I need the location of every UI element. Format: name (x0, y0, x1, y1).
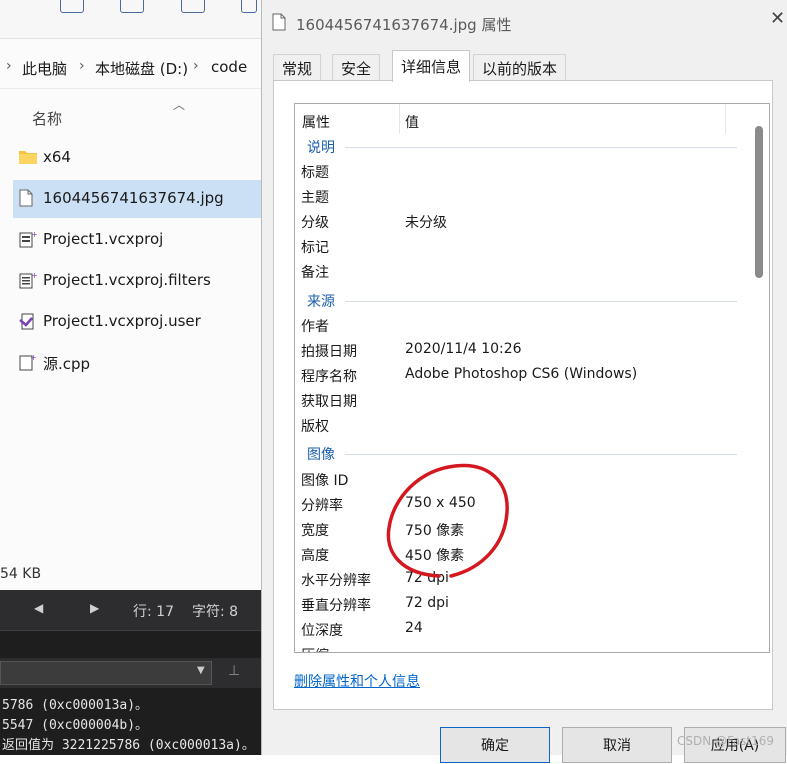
filters-icon: ++ (19, 271, 37, 289)
prop-label: 拍摄日期 (301, 344, 357, 360)
output-line: 返回值为 3221225786 (0xc000013a)。 (2, 738, 255, 753)
vs-user-icon (19, 313, 34, 330)
clear-output-icon[interactable]: ⊥ (228, 663, 240, 679)
properties-scrollbar-thumb[interactable] (755, 126, 763, 278)
column-header-property[interactable]: 属性 (302, 112, 330, 132)
file-name: x64 (43, 148, 71, 166)
column-header-value[interactable]: 值 (405, 112, 419, 132)
close-icon[interactable]: ✕ (770, 8, 785, 29)
prop-value[interactable]: 72 dpi (405, 595, 449, 611)
file-explorer-window: › 此电脑 › 本地磁盘 (D:) › code 名称 ︿ x64 160445… (0, 0, 262, 755)
line-indicator: 行: 17 (133, 604, 174, 620)
cancel-button[interactable]: 取消 (562, 727, 672, 763)
prop-label: 标题 (301, 165, 329, 181)
watermark: CSDN @Fast169 (677, 734, 775, 748)
group-header-description: 说明 (307, 140, 335, 156)
svg-text:++: ++ (30, 353, 37, 362)
output-line: 5547 (0xc000004b)。 (2, 718, 149, 733)
prop-label: 位深度 (301, 623, 343, 639)
prop-label: 获取日期 (301, 394, 357, 410)
breadcrumb-drive-d[interactable]: 本地磁盘 (D:) (95, 58, 188, 79)
tab-details[interactable]: 详细信息 (392, 50, 471, 82)
status-selected-size: 54 KB (0, 566, 42, 582)
scroll-right-icon[interactable]: ▶ (90, 601, 99, 615)
details-tab-pane: 属性 值 说明 标题 主题 分级 未分级 标记 备注 来源 作者 拍摄日期 20… (273, 80, 773, 710)
file-row-cpp[interactable]: ++ 源.cpp (0, 344, 262, 382)
explorer-toolbar (0, 0, 262, 39)
vcxproj-icon: ++ (19, 230, 37, 248)
file-row-user[interactable]: Project1.vcxproj.user (0, 303, 262, 341)
file-name: Project1.vcxproj (43, 230, 164, 248)
dialog-title: 1604456741637674.jpg 属性 (296, 16, 512, 34)
prop-label: 分级 (301, 215, 329, 231)
breadcrumb-code[interactable]: code (211, 58, 247, 76)
group-header-image: 图像 (307, 447, 335, 463)
group-divider (345, 301, 737, 302)
column-divider[interactable] (399, 104, 400, 134)
sort-ascending-icon: ︿ (173, 98, 186, 112)
output-line: 5786 (0xc000013a)。 (2, 698, 149, 713)
chevron-right-icon: › (79, 58, 85, 74)
file-name: Project1.vcxproj.filters (43, 271, 211, 289)
prop-label: 作者 (301, 319, 329, 335)
prop-label: 压缩 (301, 645, 329, 652)
tab-security[interactable]: 安全 (332, 54, 381, 81)
prop-label: 主题 (301, 190, 329, 206)
svg-text:++: ++ (31, 230, 37, 239)
file-name: 1604456741637674.jpg (43, 189, 224, 207)
cpp-icon: ++ (19, 353, 37, 371)
prop-label: 备注 (301, 265, 329, 281)
prop-label: 高度 (301, 548, 329, 564)
ide-panel-header (0, 630, 262, 659)
remove-properties-link[interactable]: 删除属性和个人信息 (294, 671, 420, 691)
group-divider (345, 147, 737, 148)
group-divider (345, 454, 737, 455)
ok-button[interactable]: 确定 (440, 727, 550, 763)
prop-value[interactable]: 24 (405, 620, 423, 636)
file-name: Project1.vcxproj.user (43, 312, 201, 330)
column-header-name[interactable]: 名称 (32, 108, 62, 129)
file-row-filters[interactable]: ++ Project1.vcxproj.filters (0, 262, 262, 300)
prop-label: 图像 ID (301, 473, 349, 489)
char-indicator: 字符: 8 (192, 604, 239, 620)
chevron-down-icon: ▼ (197, 665, 205, 676)
file-row-jpg[interactable]: 1604456741637674.jpg (13, 180, 262, 218)
breadcrumb: › 此电脑 › 本地磁盘 (D:) › code (0, 46, 262, 89)
breadcrumb-this-pc[interactable]: 此电脑 (22, 58, 67, 79)
red-circle-annotation (386, 463, 509, 578)
prop-value[interactable]: 未分级 (405, 212, 447, 232)
properties-list[interactable]: 属性 值 说明 标题 主题 分级 未分级 标记 备注 来源 作者 拍摄日期 20… (294, 103, 770, 653)
properties-dialog: 1604456741637674.jpg 属性 ✕ 常规 安全 详细信息 以前的… (261, 0, 787, 763)
ide-output-pane: 5786 (0xc000013a)。 5547 (0xc000004b)。 返回… (0, 688, 262, 755)
column-divider[interactable] (725, 104, 726, 134)
tab-previous-versions[interactable]: 以前的版本 (473, 54, 567, 81)
prop-value[interactable]: Adobe Photoshop CS6 (Windows) (405, 366, 637, 382)
chevron-right-icon: › (193, 58, 199, 74)
output-source-dropdown[interactable]: ▼ (0, 661, 212, 685)
prop-value[interactable]: 2020/11/4 10:26 (405, 341, 522, 357)
prop-label: 标记 (301, 240, 329, 256)
file-name: 源.cpp (43, 355, 91, 373)
prop-label: 分辨率 (301, 498, 343, 514)
file-icon (272, 13, 286, 31)
file-icon (19, 189, 33, 207)
group-header-origin: 来源 (307, 294, 335, 310)
prop-label: 水平分辨率 (301, 573, 371, 589)
prop-label: 垂直分辨率 (301, 598, 371, 614)
svg-text:++: ++ (31, 271, 37, 280)
tab-general[interactable]: 常规 (273, 54, 322, 81)
scroll-left-icon[interactable]: ◀ (34, 601, 43, 615)
ide-status-bar: ◀ ▶ 行: 17 字符: 8 (0, 590, 262, 630)
prop-label: 版权 (301, 419, 329, 435)
prop-label: 程序名称 (301, 369, 357, 385)
paste-icon[interactable] (120, 0, 144, 13)
delete-icon[interactable] (241, 0, 257, 13)
share-icon[interactable] (181, 0, 205, 13)
copy-icon[interactable] (60, 0, 84, 13)
prop-label: 宽度 (301, 523, 329, 539)
file-row-vcxproj[interactable]: ++ Project1.vcxproj (0, 221, 262, 259)
chevron-right-icon: › (6, 58, 12, 74)
folder-icon (19, 151, 37, 164)
file-row-x64[interactable]: x64 (0, 139, 262, 177)
